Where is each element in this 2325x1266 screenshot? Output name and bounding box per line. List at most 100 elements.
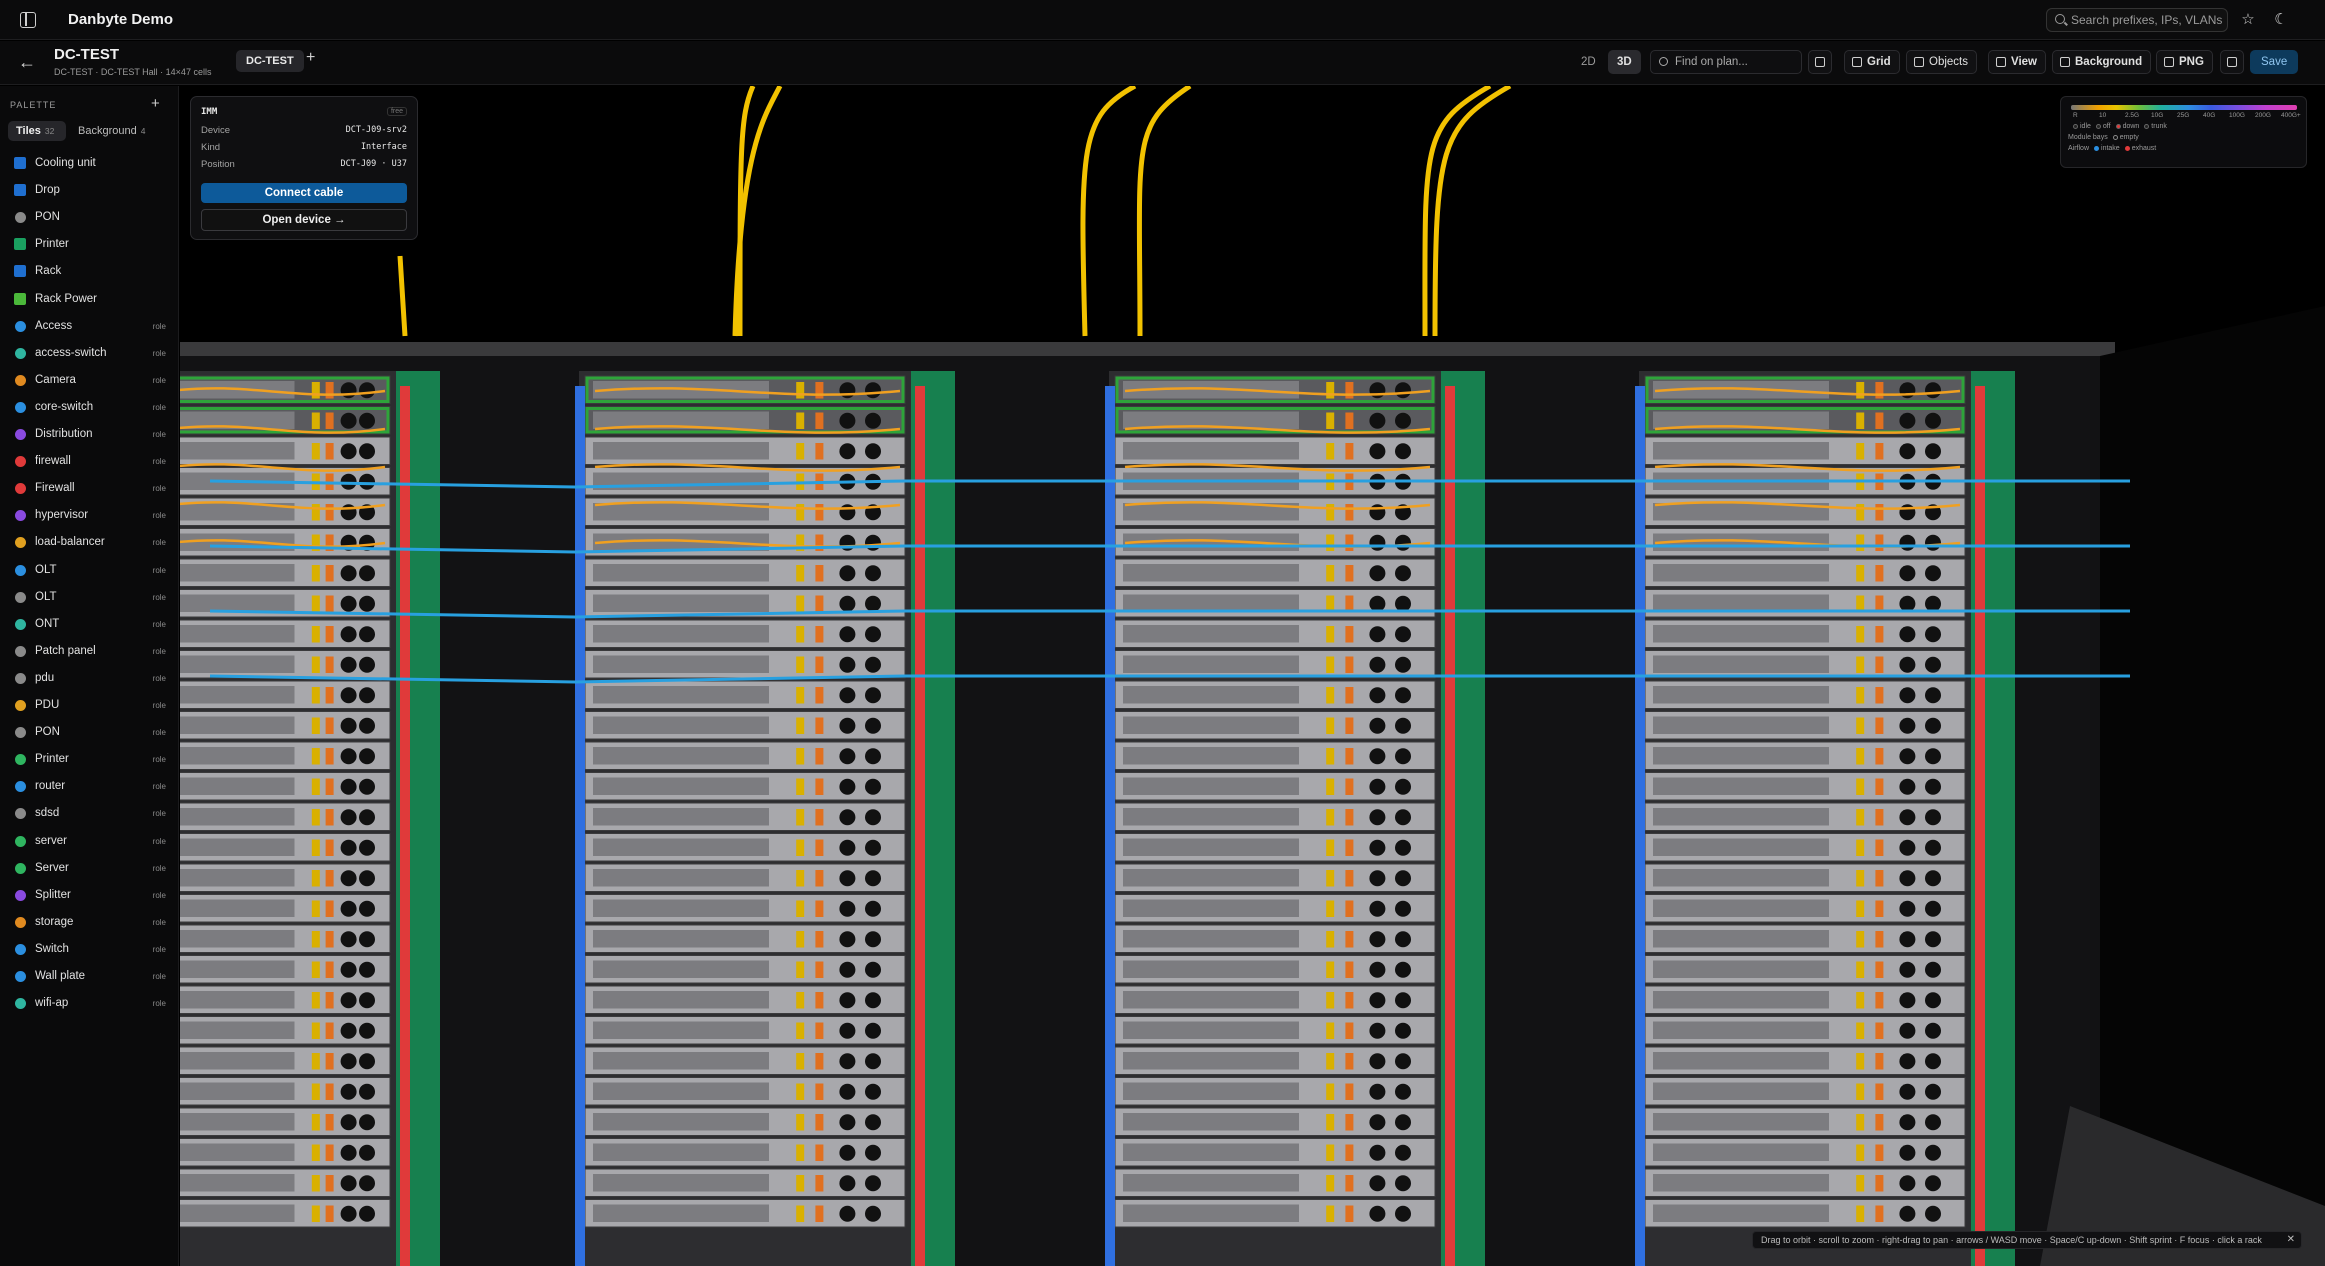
palette-item[interactable]: Server role [6, 857, 172, 879]
server-fan [1395, 1205, 1411, 1222]
tab-plan[interactable]: DC-TEST [236, 50, 304, 72]
palette-item[interactable]: PDU role [6, 694, 172, 716]
swap-button[interactable] [2220, 50, 2244, 74]
server-vent [1123, 777, 1299, 795]
server-led [1875, 1053, 1884, 1070]
objects-button[interactable]: Objects [1906, 50, 1977, 74]
palette-item[interactable]: ONT role [6, 613, 172, 635]
palette-item[interactable]: Cooling unit [6, 152, 172, 174]
star-icon[interactable]: ☆ [2237, 9, 2259, 31]
palette-item[interactable]: Camera role [6, 369, 172, 391]
palette-item[interactable]: OLT role [6, 586, 172, 608]
palette-item[interactable]: PON [6, 206, 172, 228]
server-vent [593, 869, 769, 887]
role-dot-icon [15, 835, 26, 847]
palette-item[interactable]: Access role [6, 315, 172, 337]
server-fan [1925, 1175, 1941, 1192]
grid-button[interactable]: Grid [1844, 50, 1900, 74]
sidebar-toggle-icon[interactable] [20, 12, 36, 28]
open-device-button[interactable]: Open device → [201, 209, 407, 231]
global-search-placeholder: Search prefixes, IPs, VLANs [2071, 13, 2223, 27]
background-button[interactable]: Background [2052, 50, 2152, 74]
role-dot-icon [15, 916, 26, 928]
palette-item[interactable]: storage role [6, 911, 172, 933]
overhead-cable [1136, 86, 1192, 337]
palette-item-label: access-switch [35, 346, 107, 359]
server-fan [839, 961, 856, 978]
rack-scene[interactable] [180, 86, 2325, 1266]
palette-item[interactable]: OLT role [6, 559, 172, 581]
back-arrow-icon[interactable]: ← [18, 52, 38, 72]
palette-item[interactable]: Printer role [6, 748, 172, 770]
server-led [796, 1022, 805, 1039]
server-fan [839, 565, 856, 582]
plan-name[interactable]: DC-TEST [54, 46, 119, 63]
palette-item[interactable]: Patch panel role [6, 640, 172, 662]
tab-tiles[interactable]: Tiles 32 [8, 121, 66, 141]
close-icon[interactable]: ✕ [2287, 1232, 2295, 1248]
palette-item[interactable]: access-switch role [6, 342, 172, 364]
palette-item[interactable]: pdu role [6, 667, 172, 689]
palette-item[interactable]: load-balancer role [6, 531, 172, 553]
palette-item[interactable]: Firewall role [6, 477, 172, 499]
server-vent [593, 686, 769, 704]
server-fan [839, 1053, 856, 1070]
palette-item[interactable]: hypervisor role [6, 504, 172, 526]
server-fan [1369, 1053, 1386, 1070]
connect-cable-button[interactable]: Connect cable [201, 183, 407, 203]
palette-item-tag: role [152, 728, 166, 738]
server-led [1345, 656, 1354, 673]
server-fan [1925, 809, 1941, 826]
server-led [325, 565, 334, 582]
legend-tick: 400G+ [2281, 112, 2301, 119]
download-icon [2164, 57, 2174, 67]
save-button[interactable]: Save [2250, 50, 2299, 74]
palette-item[interactable]: Rack Power [6, 288, 172, 310]
server-led [796, 1175, 805, 1192]
add-tab-icon[interactable]: + [306, 49, 315, 67]
server-vent [593, 808, 769, 826]
mode-2d-button[interactable]: 2D [1574, 50, 1603, 74]
palette-item[interactable]: Printer [6, 233, 172, 255]
palette-item-label: Printer [35, 238, 69, 251]
tab-background[interactable]: Background 4 [72, 121, 162, 141]
server-led [325, 1175, 334, 1192]
palette-item[interactable]: wifi-ap role [6, 992, 172, 1014]
palette-item[interactable]: Drop [6, 179, 172, 201]
server-led [311, 382, 320, 399]
server-led [1856, 717, 1865, 734]
palette-item[interactable]: firewall role [6, 450, 172, 472]
server-fan [1925, 382, 1941, 399]
palette-item[interactable]: PON role [6, 721, 172, 743]
palette-item[interactable]: Wall plate role [6, 965, 172, 987]
server-vent [593, 1143, 769, 1161]
mode-3d-button[interactable]: 3D [1608, 50, 1641, 74]
server-fan [1395, 595, 1411, 612]
server-led [1345, 717, 1354, 734]
palette-item[interactable]: server role [6, 830, 172, 852]
palette-item[interactable]: Switch role [6, 938, 172, 960]
view-button[interactable]: View [1988, 50, 2046, 74]
palette-item[interactable]: core-switch role [6, 396, 172, 418]
palette-item[interactable]: Splitter role [6, 884, 172, 906]
popup-row-kind: Kind Interface [201, 142, 407, 156]
server-led [1345, 626, 1354, 643]
find-on-plan-input[interactable]: Find on plan... [1650, 50, 1802, 74]
legend-exhaust-label: exhaust [2131, 145, 2157, 152]
3d-viewport[interactable] [180, 86, 2325, 1266]
server-led [1856, 504, 1865, 521]
palette-item[interactable]: Rack [6, 260, 172, 282]
palette-item[interactable]: router role [6, 775, 172, 797]
png-export-button[interactable]: PNG [2156, 50, 2213, 74]
server-led [1856, 778, 1865, 795]
server-led [1326, 382, 1335, 399]
palette-add-icon[interactable]: + [151, 95, 160, 112]
palette-item[interactable]: sdsd role [6, 802, 172, 824]
fullscreen-button[interactable] [1808, 50, 1832, 74]
server-vent [1123, 747, 1299, 765]
server-vent [593, 594, 769, 612]
theme-moon-icon[interactable]: ☾ [2270, 9, 2292, 31]
palette-item[interactable]: Distribution role [6, 423, 172, 445]
global-search-input[interactable]: Search prefixes, IPs, VLANs [2046, 8, 2228, 32]
server-fan [1369, 992, 1386, 1009]
